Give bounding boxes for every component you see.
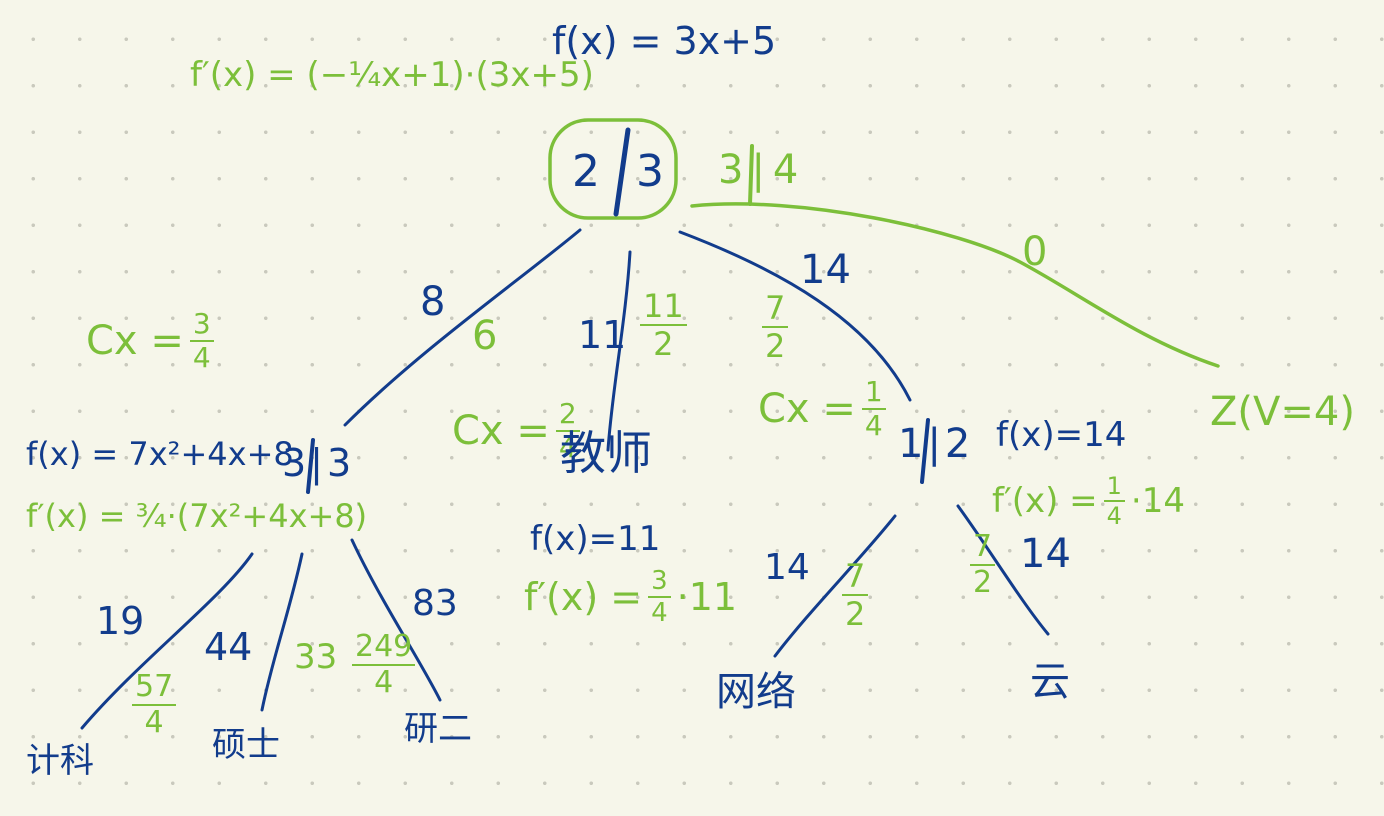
edge-root-far-weight: 0 xyxy=(1022,229,1048,275)
edge-left-c-den: 4 xyxy=(374,665,394,700)
left-node-label: 3|3 xyxy=(282,441,356,485)
root-node-divider xyxy=(613,127,631,217)
edge-root-right-num: 7 xyxy=(762,292,789,328)
left-cx-fraction: 3 4 xyxy=(189,310,214,374)
right-fprime-den: 4 xyxy=(1106,502,1122,530)
left-cx: Cx = 3 4 xyxy=(86,310,214,372)
right-cx-num: 1 xyxy=(861,378,886,410)
mid-fprime-den: 4 xyxy=(651,598,668,628)
edge-root-right-weight: 14 xyxy=(800,247,851,293)
mid-fprime-suffix: ·11 xyxy=(676,575,738,619)
mid-fprime-prefix: f′(x) = xyxy=(524,575,643,619)
edge-left-c-green: 249 4 xyxy=(352,632,416,700)
left-node-fprime: f′(x) = ¾·(7x²+4x+8) xyxy=(26,497,368,535)
edge-left-c-weight: 83 xyxy=(412,583,458,624)
edge-root-right-green: 7 2 xyxy=(762,292,789,365)
root-node-right-value: 3 xyxy=(636,146,664,197)
left-cx-num: 3 xyxy=(189,310,214,342)
edge-root-mid-green: 11 2 xyxy=(640,290,687,360)
edge-right-a-weight: 14 xyxy=(764,547,810,588)
edge-right-a-green: 7 2 xyxy=(842,560,869,633)
leaf-jike: 计科 xyxy=(26,741,94,781)
edge-root-left-green: 6 xyxy=(472,313,498,359)
edge-right-b-den: 2 xyxy=(973,565,993,600)
mid-cx-prefix: Cx = xyxy=(452,408,550,454)
right-fprime-prefix: f′(x) = xyxy=(992,481,1098,521)
leaf-shuoshi: 硕士 xyxy=(212,725,280,765)
right-node-fprime: f′(x) = 1 4 ·14 xyxy=(992,474,1185,528)
root-node-left-value: 2 xyxy=(572,146,600,197)
left-cx-prefix: Cx = xyxy=(86,318,184,364)
edge-left-b-weight: 44 xyxy=(204,625,253,669)
far-right-node-label: Z(V=4) xyxy=(1210,389,1355,435)
leaf-yaner: 研二 xyxy=(404,709,472,749)
edge-right-b-weight: 14 xyxy=(1020,531,1071,577)
edge-left-c-num: 249 xyxy=(352,632,416,666)
leaf-wangluo: 网络 xyxy=(716,669,796,715)
right-node-fx: f(x)=14 xyxy=(996,415,1127,455)
edge-left-a-num: 57 xyxy=(132,672,177,706)
edge-root-mid-num: 11 xyxy=(640,290,687,326)
mid-node-label: 教师 xyxy=(560,426,652,480)
edge-right-b-green: 7 2 xyxy=(970,532,996,600)
root-annot-left: 3|4 xyxy=(718,150,806,190)
edge-left-a-weight: 19 xyxy=(96,599,145,643)
right-cx-den: 4 xyxy=(864,409,883,442)
right-fprime-num: 1 xyxy=(1103,474,1125,502)
edge-left-a-green: 57 4 xyxy=(132,672,177,740)
edge-root-mid-den: 2 xyxy=(653,325,674,363)
edge-left-a-den: 4 xyxy=(144,705,164,740)
mid-node-fprime: f′(x) = 3 4 ·11 xyxy=(524,568,737,626)
edge-root-right-den: 2 xyxy=(765,327,786,365)
top-fx-formula: f(x) = 3x+5 xyxy=(552,19,777,63)
right-cx: Cx = 1 4 xyxy=(758,378,886,440)
left-cx-den: 4 xyxy=(192,341,211,374)
leaf-yun: 云 xyxy=(1030,659,1070,705)
right-cx-prefix: Cx = xyxy=(758,386,856,432)
tree-diagram-canvas xyxy=(80,118,1220,730)
root-annot-text: 3|4 xyxy=(718,147,807,193)
edge-right-b-num: 7 xyxy=(970,532,996,566)
right-fprime-suffix: ·14 xyxy=(1130,481,1185,521)
edge-right-a-den: 2 xyxy=(845,595,866,633)
left-node-fx: f(x) = 7x²+4x+8 xyxy=(26,435,294,473)
mid-fprime-num: 3 xyxy=(648,568,671,598)
top-fprime-formula: f′(x) = (−¼x+1)·(3x+5) xyxy=(190,55,594,95)
edge-root-left-weight: 8 xyxy=(420,279,446,325)
right-node-label: 1|2 xyxy=(898,421,975,467)
edge-root-left xyxy=(343,228,582,427)
mid-node-fx: f(x)=11 xyxy=(530,519,661,559)
edge-left-b xyxy=(260,552,304,712)
edge-left-b-green: 33 xyxy=(294,637,338,677)
edge-right-a-num: 7 xyxy=(842,560,869,596)
edge-root-mid-weight: 11 xyxy=(578,313,627,357)
